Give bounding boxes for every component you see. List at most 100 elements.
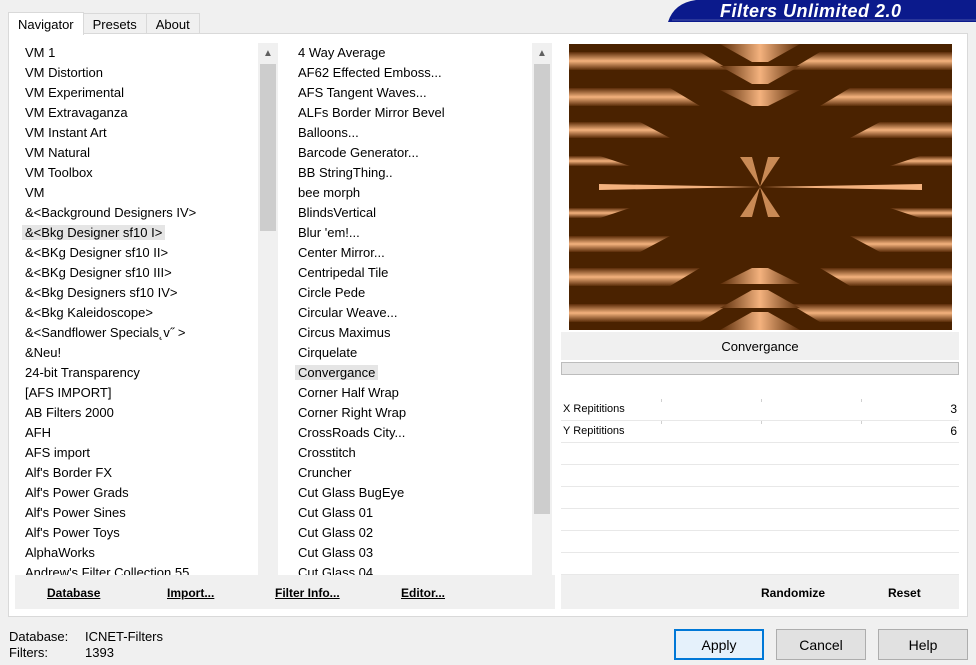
filters-count-label: Filters: [9, 645, 48, 660]
filter-scrollbar[interactable]: ▲ ▼ [532, 43, 552, 609]
list-item[interactable]: AFS import [19, 443, 257, 463]
list-item[interactable]: CrossRoads City... [292, 423, 532, 443]
list-item[interactable]: Alf's Power Grads [19, 483, 257, 503]
list-item[interactable]: &<Background Designers IV> [19, 203, 257, 223]
list-item-label: AB Filters 2000 [25, 405, 114, 420]
list-item[interactable]: VM Extravaganza [19, 103, 257, 123]
list-item[interactable]: &<Bkg Designers sf10 IV> [19, 283, 257, 303]
list-item-label: Centripedal Tile [298, 265, 389, 280]
list-item[interactable]: Cut Glass 02 [292, 523, 532, 543]
list-item[interactable]: Alf's Power Sines [19, 503, 257, 523]
list-item[interactable]: Barcode Generator... [292, 143, 532, 163]
tab-navigator[interactable]: Navigator [8, 12, 84, 35]
tab-about[interactable]: About [145, 13, 200, 34]
list-item[interactable]: &<Sandflower Specials˛v˝ > [19, 323, 257, 343]
list-item[interactable]: Crosstitch [292, 443, 532, 463]
list-item[interactable]: Cruncher [292, 463, 532, 483]
list-item[interactable]: Cut Glass 03 [292, 543, 532, 563]
list-item[interactable]: VM Natural [19, 143, 257, 163]
filter-scroll-thumb[interactable] [534, 64, 550, 514]
slider-tick [861, 421, 862, 424]
param-value: 3 [950, 402, 957, 416]
list-item[interactable]: 4 Way Average [292, 43, 532, 63]
scroll-up-icon[interactable]: ▲ [258, 45, 278, 62]
list-item[interactable]: 24-bit Transparency [19, 363, 257, 383]
list-item[interactable]: &Neu! [19, 343, 257, 363]
list-item[interactable]: &<BKg Designer sf10 III> [19, 263, 257, 283]
list-item-label: Cut Glass 01 [298, 505, 374, 520]
slider-tick [861, 399, 862, 402]
list-item-label: Blur 'em!... [298, 225, 360, 240]
list-item[interactable]: BB StringThing.. [292, 163, 532, 183]
list-item[interactable]: VM [19, 183, 257, 203]
list-item[interactable]: Cut Glass BugEye [292, 483, 532, 503]
list-item[interactable]: AlphaWorks [19, 543, 257, 563]
category-scroll-thumb[interactable] [260, 64, 276, 231]
list-item[interactable]: Circle Pede [292, 283, 532, 303]
param-empty-row [561, 509, 959, 531]
list-item-label: AlphaWorks [25, 545, 95, 560]
tab-presets[interactable]: Presets [82, 13, 147, 34]
filter-info-button[interactable]: Filter Info... [275, 586, 340, 600]
list-item-label: Alf's Border FX [25, 465, 113, 480]
list-item[interactable]: BlindsVertical [292, 203, 532, 223]
list-item[interactable]: Alf's Border FX [19, 463, 257, 483]
import-button[interactable]: Import... [167, 586, 214, 600]
list-item[interactable]: Corner Right Wrap [292, 403, 532, 423]
list-item[interactable]: Circular Weave... [292, 303, 532, 323]
list-item[interactable]: Balloons... [292, 123, 532, 143]
list-item[interactable]: VM 1 [19, 43, 257, 63]
category-scrollbar[interactable]: ▲ ▼ [258, 43, 278, 609]
list-item[interactable]: &<BKg Designer sf10 II> [19, 243, 257, 263]
list-item[interactable]: VM Distortion [19, 63, 257, 83]
editor-button[interactable]: Editor... [401, 586, 445, 600]
navigator-button-bar: Database Import... Filter Info... Editor… [15, 575, 555, 609]
list-item[interactable]: Blur 'em!... [292, 223, 532, 243]
database-value: ICNET-Filters [85, 629, 163, 644]
list-item-label: Alf's Power Grads [25, 485, 129, 500]
randomize-button[interactable]: Randomize [761, 586, 825, 600]
list-item[interactable]: Cut Glass 01 [292, 503, 532, 523]
list-item[interactable]: Centripedal Tile [292, 263, 532, 283]
scroll-up-icon[interactable]: ▲ [532, 45, 552, 62]
filter-name-label: Convergance [561, 332, 959, 360]
list-item[interactable]: VM Toolbox [19, 163, 257, 183]
database-button[interactable]: Database [47, 586, 100, 600]
apply-button[interactable]: Apply [674, 629, 764, 660]
app-banner: Filters Unlimited 2.0 [668, 0, 976, 22]
list-item[interactable]: Alf's Power Toys [19, 523, 257, 543]
reset-button[interactable]: Reset [888, 586, 921, 600]
list-item-label: Cruncher [298, 465, 352, 480]
param-empty-row [561, 553, 959, 575]
list-item[interactable]: [AFS IMPORT] [19, 383, 257, 403]
list-item[interactable]: &<Bkg Kaleidoscope> [19, 303, 257, 323]
filter-list[interactable]: 4 Way Average AF62 Effected Emboss... AFS … [292, 43, 532, 609]
list-item-label: VM Distortion [25, 65, 104, 80]
list-item[interactable]: Center Mirror... [292, 243, 532, 263]
category-list[interactable]: VM 1 VM Distortion VM Experimental VM Extra… [19, 43, 257, 609]
list-item[interactable]: AFS Tangent Waves... [292, 83, 532, 103]
list-item[interactable]: &<Bkg Designer sf10 I> [19, 223, 257, 243]
help-button[interactable]: Help [878, 629, 968, 660]
list-item[interactable]: ALFs Border Mirror Bevel [292, 103, 532, 123]
list-item[interactable]: Corner Half Wrap [292, 383, 532, 403]
list-item[interactable]: bee morph [292, 183, 532, 203]
list-item[interactable]: Convergance [292, 363, 532, 383]
list-item[interactable]: AF62 Effected Emboss... [292, 63, 532, 83]
param-x-repititions[interactable]: X Repititions 3 [561, 399, 959, 421]
list-item[interactable]: Cirquelate [292, 343, 532, 363]
list-item[interactable]: VM Instant Art [19, 123, 257, 143]
cancel-button[interactable]: Cancel [776, 629, 866, 660]
list-item-label: VM [25, 185, 45, 200]
param-y-repititions[interactable]: Y Repititions 6 [561, 421, 959, 443]
list-item[interactable]: AB Filters 2000 [19, 403, 257, 423]
list-item[interactable]: VM Experimental [19, 83, 257, 103]
list-item-label: Corner Half Wrap [298, 385, 399, 400]
list-item-label: &<Bkg Designers sf10 IV> [25, 285, 178, 300]
list-item[interactable]: AFH [19, 423, 257, 443]
list-item-label: [AFS IMPORT] [25, 385, 112, 400]
list-item[interactable]: Circus Maximus [292, 323, 532, 343]
slider-tick [661, 421, 662, 424]
list-item-label: &<Background Designers IV> [25, 205, 197, 220]
slider-tick [661, 399, 662, 402]
